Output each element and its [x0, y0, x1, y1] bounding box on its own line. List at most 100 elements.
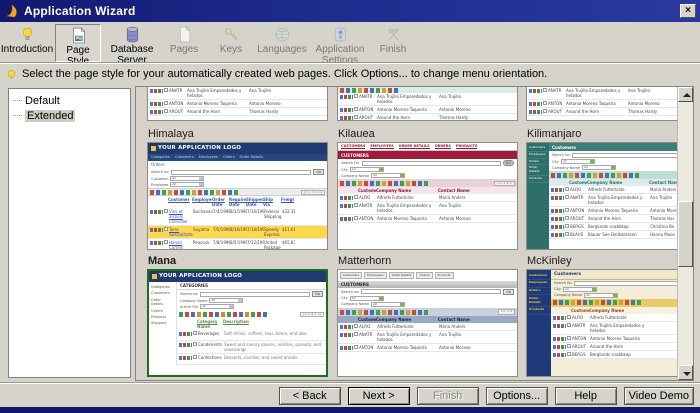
- column-header: Customer ID: [358, 317, 376, 323]
- table-cell: Berglunds snabbkop: [588, 224, 629, 230]
- table-cell: ANTON: [548, 101, 563, 106]
- preview-side-nav: Customers Employees Orders Order Details Pro…: [527, 270, 551, 376]
- column-header: Order Date: [212, 197, 225, 208]
- tree-item-extended[interactable]: Extended: [11, 108, 128, 123]
- table-cell: 7/16/1996: [247, 209, 264, 215]
- table-cell: Antonio Moreno: [439, 107, 471, 112]
- table-cell: Maria Anders: [439, 195, 466, 201]
- filter-dropdown: All: [584, 292, 619, 298]
- preview-toolbar: < 1 >: [549, 171, 677, 180]
- column-header: Customer ID: [571, 307, 589, 313]
- nav-item: Customers: [174, 155, 194, 159]
- nav-item: Products: [527, 307, 551, 315]
- step-introduction[interactable]: Introduction: [0, 24, 54, 62]
- table-cell: Sweet and savory sauces, relishes, sprea…: [224, 342, 322, 353]
- table-cell: Thomas Hardy: [628, 109, 658, 114]
- row-action-icons: [179, 332, 192, 337]
- style-preview-panel: ANATR Ana Trujillo Emparedados y helados A…: [135, 86, 694, 381]
- preview-table-row: BERGS Berglunds snabbkop: [551, 351, 677, 359]
- table-cell: Antonio Moreno Taqueria: [377, 107, 427, 112]
- row-action-icons: [551, 233, 564, 238]
- table-cell: Around the Horn: [588, 216, 622, 222]
- row-checkbox: [164, 240, 168, 245]
- style-thumbnail-mana-selected[interactable]: YOUR APPLICATION LOGO Categories Customer…: [147, 269, 328, 377]
- table-cell: 8/16/1996: [230, 227, 247, 233]
- style-thumbnail-matterhorn[interactable]: Customers Employees Order Details Orders Pro…: [337, 269, 518, 377]
- logo-icon: [152, 274, 157, 279]
- style-thumbnail-himalaya[interactable]: YOUR APPLICATION LOGO Categories Customer…: [147, 142, 328, 250]
- table-cell: ANATR: [359, 203, 373, 209]
- key-icon: [224, 27, 237, 41]
- toolbar-icons: [340, 309, 428, 315]
- column-header: Employee: [192, 197, 212, 203]
- row-action-icons: [340, 325, 353, 330]
- table-cell: ALFKI: [359, 195, 371, 201]
- row-checkbox: [543, 101, 547, 105]
- step-keys: Keys: [208, 24, 254, 62]
- row-action-icons: [553, 315, 566, 320]
- style-thumbnail-partial-1[interactable]: ANATR Ana Trujillo Emparedados y helados A…: [147, 87, 328, 121]
- style-label-mana: Mana: [148, 255, 177, 267]
- row-checkbox: [565, 187, 569, 192]
- table-cell: AROUT: [169, 109, 184, 114]
- toolbar-icons: [551, 172, 639, 178]
- row-checkbox: [193, 342, 197, 347]
- nav-item: Customers: [527, 272, 551, 280]
- preview-table-row: ANATR Ana Trujillo Emparedados y helados A…: [338, 93, 517, 106]
- preview-table-row: ANATR Ana Trujillo Emparedados y helados A…: [338, 202, 517, 216]
- table-cell: 7/10/1996: [247, 227, 264, 233]
- close-button[interactable]: ×: [680, 4, 696, 18]
- table-cell: Vins et alcools Chevalier: [169, 209, 188, 225]
- back-button[interactable]: < Back: [278, 387, 341, 405]
- step-page-style[interactable]: Page Style: [55, 24, 101, 66]
- next-button[interactable]: Next >: [347, 387, 410, 405]
- table-cell: 8/1/1996: [230, 209, 247, 215]
- row-action-icons: [340, 196, 353, 201]
- style-thumbnail-kilimanjaro[interactable]: Customers Employees Orders Order Details Pro…: [526, 142, 677, 250]
- preview-table-header: Customer IDCompany Name Contact Name: [338, 316, 517, 324]
- style-thumbnail-kilauea[interactable]: CUSTOMERS EMPLOYEES ORDER DETAILS ORDERS PRO…: [337, 142, 518, 250]
- row-checkbox: [164, 209, 168, 214]
- table-cell: ANATR: [548, 88, 562, 93]
- tree-connector: [13, 115, 22, 116]
- row-action-icons: [551, 188, 564, 193]
- help-button[interactable]: Help: [554, 387, 617, 405]
- options-button[interactable]: Options...: [485, 387, 548, 405]
- table-cell: ANATR: [359, 332, 373, 338]
- preview-table-row: ANTON Antonio Moreno Taqueria Antonio More…: [148, 100, 327, 108]
- style-thumbnail-partial-3[interactable]: ANATR Ana Trujillo Emparedados y helados A…: [526, 87, 677, 121]
- nav-item: Orders: [222, 155, 235, 159]
- tree-item-default[interactable]: Default: [11, 93, 128, 108]
- row-checkbox: [164, 109, 168, 113]
- preview-toolbar: |< < 1 > >|: [177, 310, 326, 318]
- gallery-scrollbar[interactable]: [677, 87, 693, 380]
- scrollbar-thumb[interactable]: [678, 201, 693, 267]
- video-demo-button[interactable]: Video Demo: [623, 387, 694, 405]
- preview-table-row: ALFKI Alfreds Futterkiste Maria Anders: [338, 194, 517, 203]
- step-label: Introduction: [0, 44, 54, 55]
- step-database-server[interactable]: Database Server: [104, 24, 160, 65]
- table-cell: Antonio Moreno Taqueria: [187, 101, 237, 106]
- nav-item: Employees: [527, 280, 551, 288]
- row-action-icons: [553, 336, 566, 341]
- row-action-icons: [340, 204, 353, 209]
- table-cell: Speedy Express: [264, 227, 280, 238]
- scroll-up-button[interactable]: [678, 87, 693, 102]
- wizard-steps: Introduction Page Style Database Server …: [0, 22, 700, 66]
- database-icon: [126, 26, 138, 43]
- column-header: Company Name: [376, 317, 412, 323]
- row-checkbox: [543, 88, 547, 92]
- scroll-down-button[interactable]: [678, 365, 693, 380]
- row-checkbox: [354, 216, 358, 221]
- style-thumbnail-partial-2[interactable]: ANATR Ana Trujillo Emparedados y helados A…: [337, 87, 518, 121]
- row-checkbox: [565, 232, 569, 237]
- nav-item: Order Details: [151, 297, 164, 307]
- preview-table: Beverages Soft drinks, coffees, teas, bee…: [177, 330, 326, 366]
- preview-search-row: Search forGo: [177, 290, 326, 298]
- preview-table-row: ANTON Antonio Moreno Taqueria Antonio Mora…: [338, 344, 517, 353]
- table-cell: Antonio Moreno Taqueria: [566, 101, 616, 106]
- row-action-icons: [529, 110, 542, 114]
- row-action-icons: [179, 343, 192, 348]
- preview-nav-buttons: Customers Employees Order Details Orders Pro…: [338, 270, 517, 281]
- style-thumbnail-mckinley[interactable]: Customers Employees Orders Order Details Pro…: [526, 269, 677, 377]
